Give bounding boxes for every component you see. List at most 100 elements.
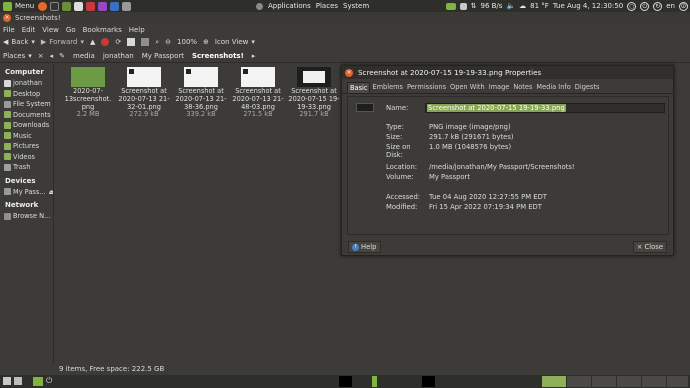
tab-digests[interactable]: Digests — [573, 82, 602, 93]
name-input[interactable]: Screenshot at 2020-07-15 19-19-33.png — [425, 103, 665, 113]
crumb-my-passport[interactable]: My Passport — [140, 51, 186, 61]
workspace-5[interactable] — [642, 376, 666, 387]
crumb-screenshots[interactable]: Screenshots! — [190, 51, 246, 61]
stop-icon[interactable] — [101, 38, 110, 46]
sidebar-item-my-passport[interactable]: My Pass... ⏏ — [0, 187, 53, 198]
places-select[interactable]: Places ▾ — [3, 52, 32, 60]
file-item[interactable]: Screenshot at 2020-07-13 21- 32-01.png 2… — [115, 67, 173, 119]
menu-bookmarks[interactable]: Bookmarks — [83, 26, 122, 34]
window-titlebar[interactable]: × Screenshots! — [0, 12, 690, 24]
file-item[interactable]: Screenshot at 2020-07-15 19- 19-33.png 2… — [285, 67, 343, 119]
files-icon[interactable] — [62, 1, 72, 11]
menu-edit[interactable]: Edit — [22, 26, 36, 34]
window-thumb[interactable] — [422, 376, 435, 387]
file-item[interactable]: Screenshot at 2020-07-13 21- 48-03.png 2… — [229, 67, 287, 119]
system-menu[interactable]: System — [343, 2, 369, 10]
sidebar-item-label: Browse N... — [13, 212, 51, 221]
sidebar-item-jonathan[interactable]: jonathan — [0, 78, 53, 89]
power-icon[interactable]: ⏻ — [640, 1, 650, 11]
workspace-icon[interactable] — [14, 377, 22, 385]
tab-media-info[interactable]: Media Info — [534, 82, 572, 93]
tray-green-icon[interactable] — [445, 2, 456, 10]
up-icon[interactable]: ▲ — [90, 38, 95, 46]
firefox-icon[interactable] — [38, 1, 48, 11]
forward-button[interactable]: ▶ Forward ▾ — [41, 38, 84, 46]
sidebar-item-filesystem[interactable]: File System — [0, 99, 53, 110]
music-icon[interactable] — [98, 1, 108, 11]
tab-basic[interactable]: Basic — [347, 82, 371, 93]
places-label: Places — [3, 51, 26, 60]
logout-icon[interactable]: ⏼ — [679, 1, 688, 11]
workspace-1[interactable] — [542, 376, 566, 387]
help-button[interactable]: ? Help — [348, 241, 381, 253]
zoom-out-icon[interactable]: ⊖ — [165, 38, 171, 46]
applications-menu[interactable]: Applications — [268, 2, 311, 10]
network-icon[interactable]: ⇅ — [471, 2, 477, 10]
dialog-close-icon[interactable]: × — [345, 68, 353, 77]
sidebar-item-videos[interactable]: Videos — [0, 152, 53, 163]
tab-open-with[interactable]: Open With — [448, 82, 487, 93]
workspace-6[interactable] — [667, 376, 688, 387]
close-sidebar-icon[interactable]: × — [38, 52, 44, 60]
edit-location-icon[interactable]: ✎ — [59, 52, 65, 60]
power-icon[interactable]: ⏻ — [46, 376, 52, 386]
window-thumb[interactable] — [339, 376, 352, 387]
sidebar-item-browse-network[interactable]: Browse N... — [0, 211, 53, 222]
computer-icon[interactable] — [141, 38, 150, 46]
sidebar-item-pictures[interactable]: Pictures — [0, 141, 53, 152]
user-icon[interactable]: ○ — [627, 1, 637, 11]
terminal-icon[interactable] — [50, 1, 60, 11]
sidebar-item-music[interactable]: Music — [0, 131, 53, 142]
tab-notes[interactable]: Notes — [511, 82, 534, 93]
file-item[interactable]: Screenshot at 2020-07-13 21- 38-36.png 3… — [172, 67, 230, 119]
window-close-button[interactable]: × — [3, 14, 11, 22]
sidebar-item-trash[interactable]: Trash — [0, 162, 53, 173]
viewer-icon[interactable] — [110, 1, 120, 11]
file-icon[interactable] — [356, 103, 374, 112]
menu-file[interactable]: File — [3, 26, 15, 34]
tab-emblems[interactable]: Emblems — [370, 82, 405, 93]
session-icon[interactable]: ↻ — [653, 1, 663, 11]
back-button[interactable]: ◀ Back ▾ — [3, 38, 35, 46]
monitor-icon[interactable] — [122, 1, 132, 11]
close-button[interactable]: × Close — [632, 241, 667, 253]
breadcrumb-prev-icon[interactable]: ◂ — [50, 52, 54, 60]
dialog-title: Screenshot at 2020-07-15 19-19-33.png Pr… — [358, 68, 542, 77]
home-icon[interactable] — [127, 38, 136, 46]
tab-permissions[interactable]: Permissions — [405, 82, 448, 93]
menu-view[interactable]: View — [42, 26, 59, 34]
menu-go[interactable]: Go — [66, 26, 76, 34]
file-item[interactable]: 2020-07- 13screenshot. png 2.2 MB — [59, 67, 117, 119]
dialog-titlebar[interactable]: × Screenshot at 2020-07-15 19-19-33.png … — [342, 66, 673, 79]
workspace-4[interactable] — [617, 376, 641, 387]
breadcrumb-next-icon[interactable]: ▸ — [252, 52, 256, 60]
file-size: 271.5 kB — [243, 110, 273, 119]
editor-icon[interactable] — [86, 1, 96, 11]
terminal-icon[interactable] — [33, 377, 43, 386]
tab-image[interactable]: Image — [487, 82, 512, 93]
view-mode-select[interactable]: Icon View ▾ — [215, 38, 255, 46]
clock[interactable]: Tue Aug 4, 12:30:50 — [553, 2, 623, 10]
tray-check-icon[interactable] — [459, 2, 467, 10]
menu-help[interactable]: Help — [129, 26, 145, 34]
sidebar-item-documents[interactable]: Documents — [0, 110, 53, 121]
show-desktop-icon[interactable] — [3, 377, 11, 385]
settings-icon[interactable] — [74, 1, 84, 11]
zoom-in-icon[interactable]: ⊕ — [203, 38, 209, 46]
workspace-2[interactable] — [567, 376, 591, 387]
volume-icon[interactable]: 🔈 — [506, 2, 515, 10]
window-thumb[interactable] — [372, 376, 377, 387]
size-label: Size: — [386, 133, 403, 141]
workspace-3[interactable] — [592, 376, 616, 387]
search-icon[interactable]: ⌕ — [155, 38, 159, 47]
sidebar-item-downloads[interactable]: Downloads — [0, 120, 53, 131]
places-menu[interactable]: Places — [316, 2, 338, 10]
reload-icon[interactable]: ⟳ — [115, 38, 121, 46]
eject-icon[interactable]: ⏏ — [49, 188, 53, 196]
language-indicator[interactable]: en — [666, 2, 675, 10]
crumb-media[interactable]: media — [71, 51, 97, 61]
crumb-jonathan[interactable]: jonathan — [101, 51, 136, 61]
sidebar-item-desktop[interactable]: Desktop — [0, 89, 53, 100]
main-menu-button[interactable]: Menu — [3, 1, 34, 11]
location-bar: Places ▾ × ◂ ✎ media jonathan My Passpor… — [0, 49, 690, 63]
